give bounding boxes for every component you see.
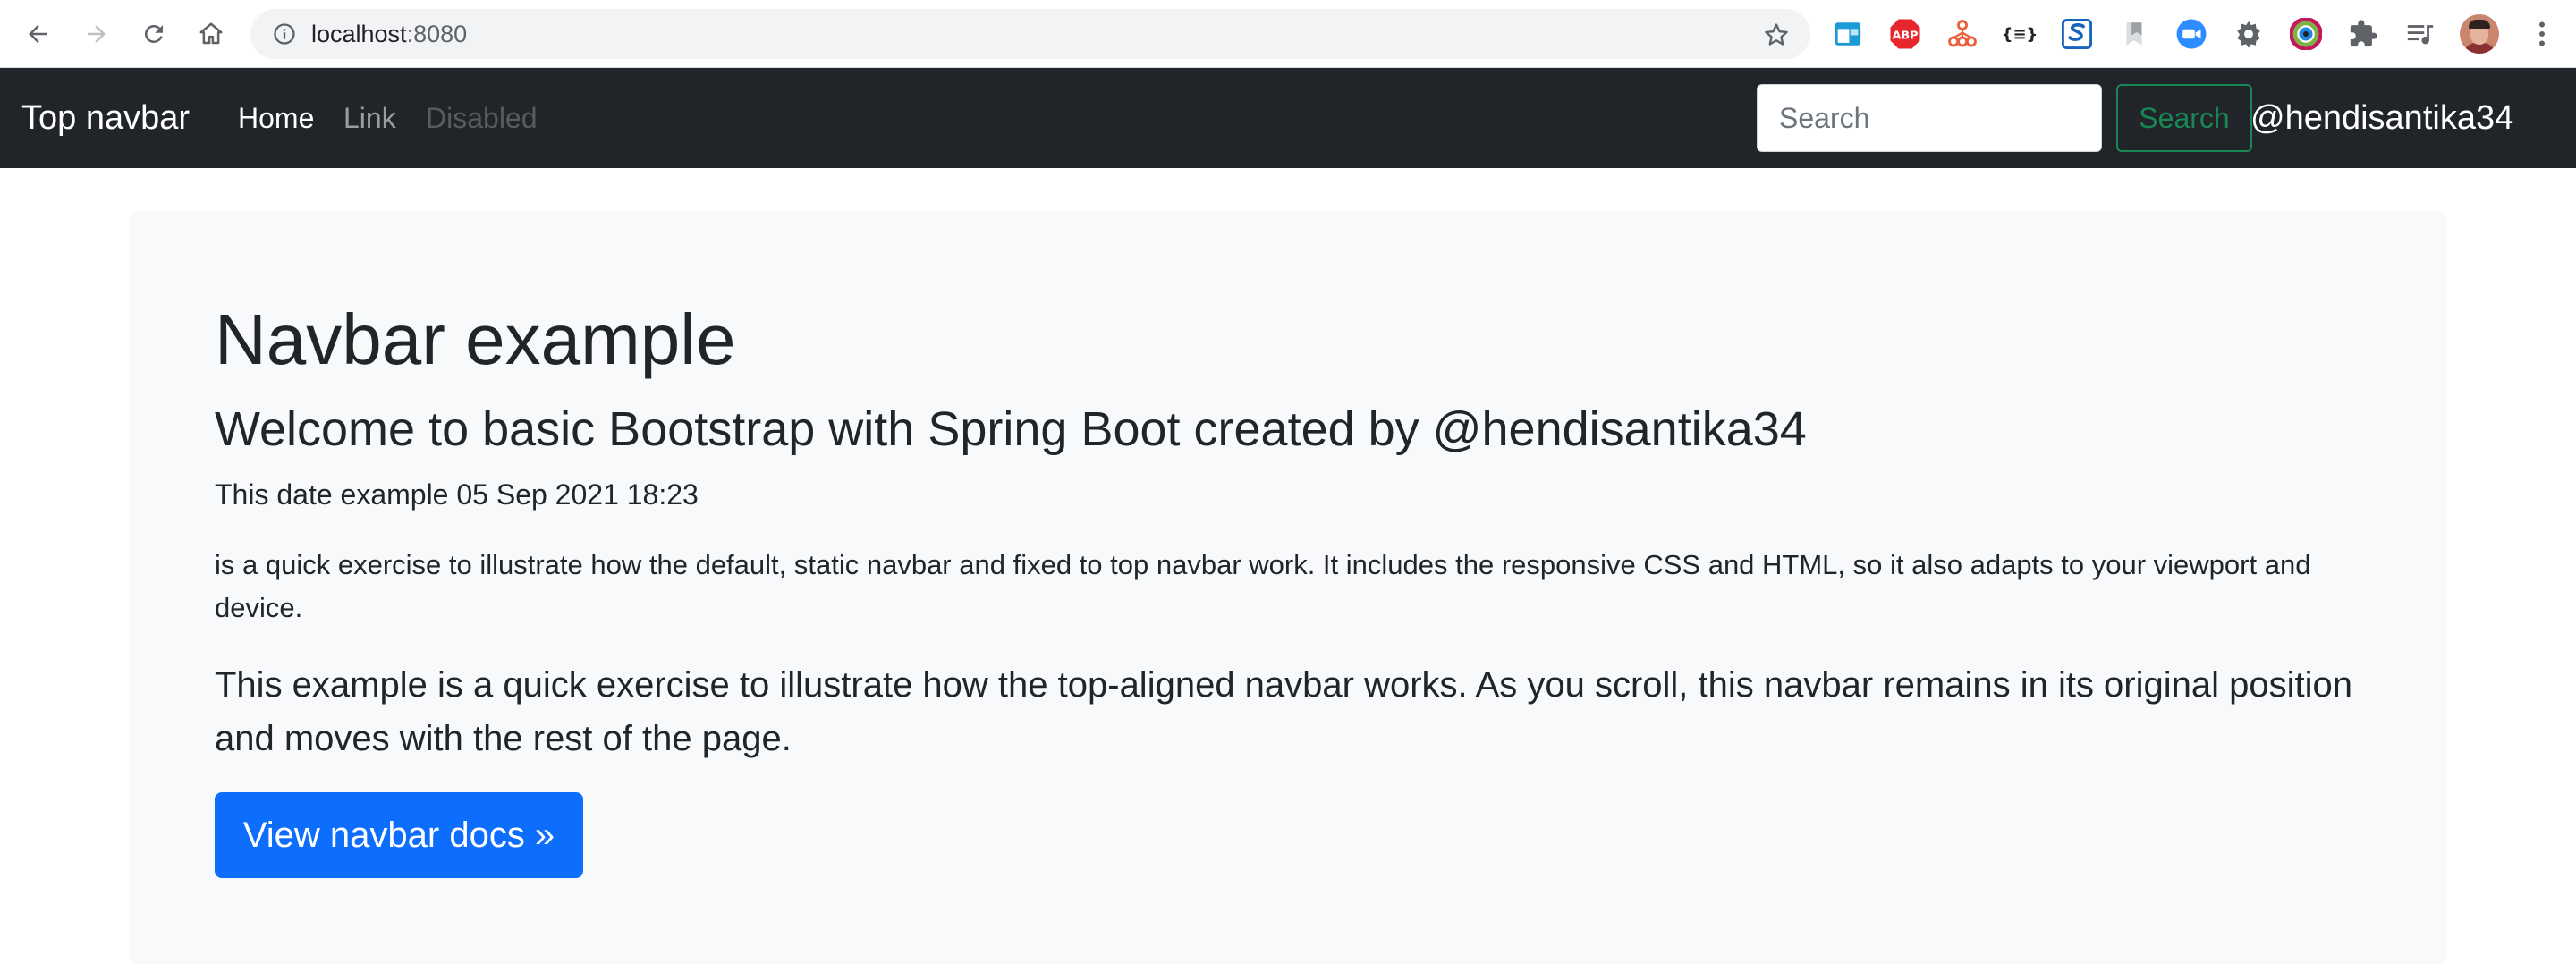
avatar-hair: [2469, 20, 2490, 29]
network-tree-icon[interactable]: [1946, 18, 1979, 50]
home-icon[interactable]: [193, 16, 229, 52]
more-menu-icon[interactable]: [2526, 18, 2558, 50]
bookmark-extension-icon[interactable]: [2118, 18, 2150, 50]
navbar-brand[interactable]: Top navbar: [21, 97, 190, 139]
search-input[interactable]: [1757, 84, 2102, 152]
top-navbar: Top navbar Home Link Disabled Search @he…: [0, 68, 2576, 168]
url-text: localhost:8080: [311, 21, 467, 46]
user-handle: @hendisantika34: [2250, 99, 2514, 137]
reload-icon[interactable]: [136, 16, 172, 52]
search-button[interactable]: Search: [2116, 84, 2252, 152]
svg-text:ABP: ABP: [1893, 29, 1919, 42]
lead-paragraph: This example is a quick exercise to illu…: [215, 665, 2352, 758]
address-bar[interactable]: localhost:8080: [250, 9, 1810, 59]
nav-link-disabled: Disabled: [426, 102, 538, 134]
zoom-video-icon[interactable]: [2175, 18, 2207, 50]
site-info-icon[interactable]: [272, 21, 297, 46]
json-formatter-icon[interactable]: {≡}: [2002, 18, 2038, 50]
adblock-plus-icon[interactable]: ABP: [1889, 18, 1921, 50]
puzzle-extensions-icon[interactable]: [2347, 18, 2379, 50]
profile-avatar[interactable]: [2460, 14, 2499, 54]
view-docs-button[interactable]: View navbar docs »: [215, 792, 583, 878]
content-panel: Navbar example Welcome to basic Bootstra…: [129, 211, 2447, 964]
window-resizer-icon[interactable]: [1832, 18, 1864, 50]
date-example: This date example 05 Sep 2021 18:23: [215, 478, 699, 511]
color-picker-icon[interactable]: [2290, 18, 2322, 50]
browser-toolbar: localhost:8080 ABP {≡}: [0, 0, 2576, 68]
forward-arrow-icon[interactable]: [79, 16, 114, 52]
gear-extension-icon[interactable]: [2233, 18, 2265, 50]
back-arrow-icon[interactable]: [20, 16, 55, 52]
description-paragraph: is a quick exercise to illustrate how th…: [215, 549, 2311, 623]
star-icon[interactable]: [1762, 21, 1791, 49]
nav-link-home[interactable]: Home: [238, 100, 314, 136]
page-title: Navbar example: [215, 300, 736, 379]
url-port: :8080: [406, 21, 468, 47]
s-extension-icon[interactable]: [2061, 18, 2093, 50]
page-subtitle: Welcome to basic Bootstrap with Spring B…: [215, 402, 1807, 456]
nav-link-link[interactable]: Link: [343, 100, 396, 136]
url-host: localhost: [311, 21, 407, 47]
media-queue-icon[interactable]: [2404, 18, 2436, 50]
